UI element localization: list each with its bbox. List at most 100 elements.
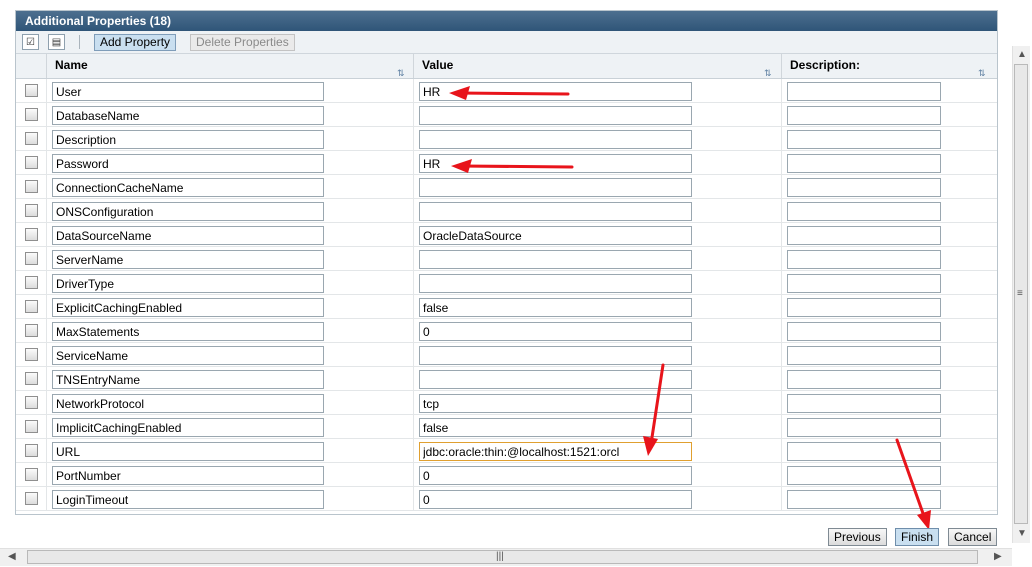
deselect-all-icon[interactable]: ▤ xyxy=(48,34,65,50)
horizontal-scroll-thumb[interactable]: ||| xyxy=(27,550,978,564)
property-name-field[interactable] xyxy=(52,370,324,389)
properties-toolbar: ☑ ▤ Add Property Delete Properties xyxy=(16,31,997,54)
property-value-field[interactable] xyxy=(419,82,692,101)
scroll-left-icon[interactable]: ◀ xyxy=(8,551,16,562)
property-description-field[interactable] xyxy=(787,82,941,101)
delete-properties-button[interactable]: Delete Properties xyxy=(190,34,295,51)
property-value-field[interactable] xyxy=(419,442,692,461)
property-description-field[interactable] xyxy=(787,106,941,125)
vertical-scroll-thumb[interactable]: ≡ xyxy=(1014,64,1028,524)
property-value-field[interactable] xyxy=(419,274,692,293)
row-select-checkbox[interactable] xyxy=(25,132,38,145)
column-divider xyxy=(781,439,782,463)
property-name-field[interactable] xyxy=(52,394,324,413)
property-name-field[interactable] xyxy=(52,130,324,149)
property-description-field[interactable] xyxy=(787,298,941,317)
table-row xyxy=(16,247,997,271)
property-name-field[interactable] xyxy=(52,202,324,221)
property-name-field[interactable] xyxy=(52,178,324,197)
property-description-field[interactable] xyxy=(787,490,941,509)
property-value-field[interactable] xyxy=(419,466,692,485)
header-description[interactable]: Description: ⇅ xyxy=(781,54,997,78)
property-value-field[interactable] xyxy=(419,106,692,125)
row-select-checkbox[interactable] xyxy=(25,156,38,169)
property-description-field[interactable] xyxy=(787,274,941,293)
property-name-field[interactable] xyxy=(52,82,324,101)
property-name-field[interactable] xyxy=(52,322,324,341)
column-divider xyxy=(413,463,414,487)
property-description-field[interactable] xyxy=(787,250,941,269)
property-description-field[interactable] xyxy=(787,418,941,437)
property-name-field[interactable] xyxy=(52,442,324,461)
cancel-button[interactable]: Cancel xyxy=(948,528,998,546)
property-value-field[interactable] xyxy=(419,298,692,317)
property-value-field[interactable] xyxy=(419,154,692,173)
row-select-checkbox[interactable] xyxy=(25,84,38,97)
property-value-field[interactable] xyxy=(419,322,692,341)
row-select-checkbox[interactable] xyxy=(25,276,38,289)
property-description-field[interactable] xyxy=(787,466,941,485)
property-description-field[interactable] xyxy=(787,370,941,389)
row-select-checkbox[interactable] xyxy=(25,348,38,361)
scroll-down-icon[interactable]: ▼ xyxy=(1017,528,1027,539)
property-description-field[interactable] xyxy=(787,130,941,149)
row-select-checkbox[interactable] xyxy=(25,492,38,505)
property-description-field[interactable] xyxy=(787,178,941,197)
property-description-field[interactable] xyxy=(787,394,941,413)
property-description-field[interactable] xyxy=(787,322,941,341)
property-name-field[interactable] xyxy=(52,298,324,317)
property-value-field[interactable] xyxy=(419,370,692,389)
row-select-checkbox[interactable] xyxy=(25,108,38,121)
property-description-field[interactable] xyxy=(787,226,941,245)
property-name-field[interactable] xyxy=(52,490,324,509)
vertical-scrollbar[interactable]: ▲ ≡ ▼ xyxy=(1012,46,1030,543)
property-value-field[interactable] xyxy=(419,490,692,509)
scroll-right-icon[interactable]: ▶ xyxy=(994,551,1002,562)
property-value-field[interactable] xyxy=(419,226,692,245)
property-value-field[interactable] xyxy=(419,178,692,197)
row-select-checkbox[interactable] xyxy=(25,324,38,337)
column-divider xyxy=(781,247,782,271)
row-select-checkbox[interactable] xyxy=(25,396,38,409)
property-value-field[interactable] xyxy=(419,418,692,437)
column-divider xyxy=(46,367,47,391)
property-description-field[interactable] xyxy=(787,346,941,365)
column-divider xyxy=(413,391,414,415)
row-select-checkbox[interactable] xyxy=(25,228,38,241)
previous-button[interactable]: Previous xyxy=(828,528,887,546)
property-description-field[interactable] xyxy=(787,154,941,173)
header-name[interactable]: Name ⇅ xyxy=(46,54,413,78)
add-property-button[interactable]: Add Property xyxy=(94,34,177,51)
property-description-field[interactable] xyxy=(787,442,941,461)
horizontal-scrollbar[interactable]: ◀ ||| ▶ xyxy=(0,548,1012,566)
property-name-field[interactable] xyxy=(52,106,324,125)
row-select-checkbox[interactable] xyxy=(25,252,38,265)
property-value-field[interactable] xyxy=(419,250,692,269)
property-name-field[interactable] xyxy=(52,418,324,437)
row-select-checkbox[interactable] xyxy=(25,420,38,433)
property-value-field[interactable] xyxy=(419,130,692,149)
property-name-field[interactable] xyxy=(52,154,324,173)
row-select-checkbox[interactable] xyxy=(25,372,38,385)
property-name-field[interactable] xyxy=(52,274,324,293)
property-value-field[interactable] xyxy=(419,394,692,413)
properties-table: Name ⇅ Value ⇅ Description: ⇅ xyxy=(16,54,997,511)
row-select-checkbox[interactable] xyxy=(25,300,38,313)
property-value-field[interactable] xyxy=(419,346,692,365)
header-value[interactable]: Value ⇅ xyxy=(413,54,781,78)
table-row xyxy=(16,343,997,367)
row-select-checkbox[interactable] xyxy=(25,180,38,193)
row-select-checkbox[interactable] xyxy=(25,468,38,481)
row-select-checkbox[interactable] xyxy=(25,204,38,217)
finish-button[interactable]: Finish xyxy=(895,528,940,546)
property-name-field[interactable] xyxy=(52,466,324,485)
property-value-field[interactable] xyxy=(419,202,692,221)
property-name-field[interactable] xyxy=(52,250,324,269)
table-row xyxy=(16,271,997,295)
property-name-field[interactable] xyxy=(52,226,324,245)
property-name-field[interactable] xyxy=(52,346,324,365)
row-select-checkbox[interactable] xyxy=(25,444,38,457)
scroll-up-icon[interactable]: ▲ xyxy=(1017,49,1027,60)
select-all-icon[interactable]: ☑ xyxy=(22,34,39,50)
property-description-field[interactable] xyxy=(787,202,941,221)
